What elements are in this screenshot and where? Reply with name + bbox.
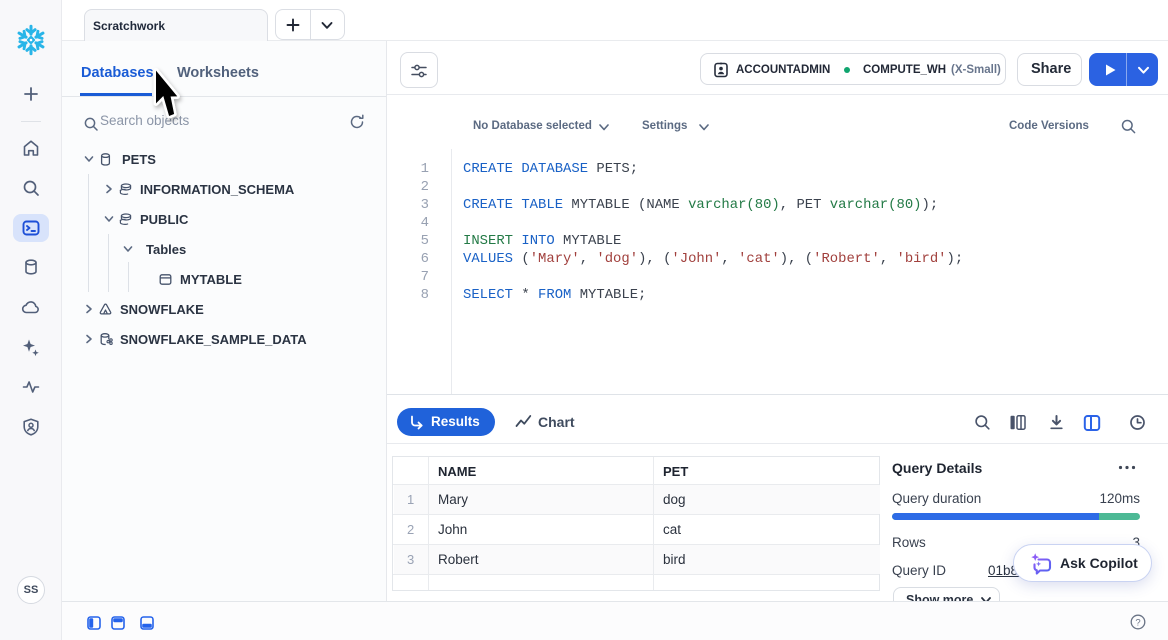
svg-text:?: ?: [1135, 617, 1140, 628]
